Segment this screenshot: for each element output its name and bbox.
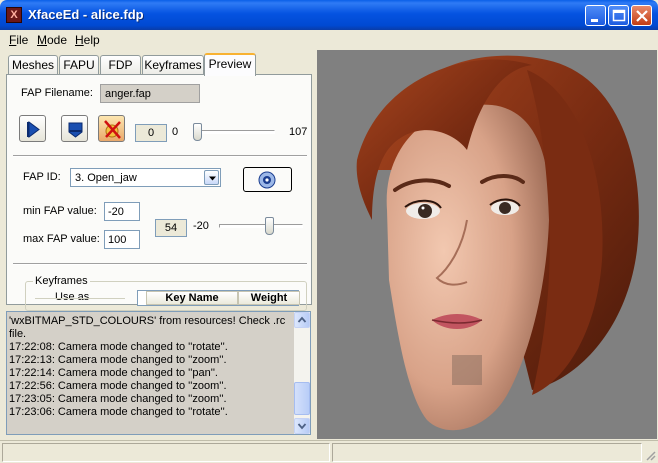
maximize-icon <box>612 9 626 22</box>
max-fap-input[interactable]: 100 <box>104 230 140 249</box>
app-icon: X <box>6 7 22 23</box>
status-bar <box>0 440 658 463</box>
close-button[interactable] <box>631 5 652 26</box>
status-pane <box>332 443 642 462</box>
preview-tab-page: FAP Filename: anger.fap 0 0 107 FAP ID: … <box>6 74 312 311</box>
fap-id-value: 3. Open_jaw <box>75 172 137 184</box>
log-line: 17:22:56: Camera mode changed to ''zoom'… <box>9 380 227 392</box>
minimize-icon <box>591 19 598 22</box>
menu-mode[interactable]: Mode <box>37 33 67 47</box>
tab-keyframes[interactable]: Keyframes <box>142 55 204 75</box>
use-as-line <box>35 298 125 299</box>
target-icon <box>258 171 276 189</box>
dropdown-button[interactable] <box>204 170 219 185</box>
fap-filename-label: FAP Filename: <box>21 87 93 99</box>
chevron-down-icon <box>297 423 307 430</box>
use-as-label: Use as <box>55 291 90 303</box>
close-icon <box>636 10 648 22</box>
stop-button[interactable] <box>61 115 88 142</box>
fap-slider-thumb[interactable] <box>264 217 274 235</box>
min-fap-label: min FAP value: <box>23 205 97 217</box>
title-bar: X XfaceEd - alice.fdp <box>0 0 658 30</box>
scroll-down-button[interactable] <box>294 418 310 434</box>
maximize-button[interactable] <box>608 5 629 26</box>
face-model <box>356 55 639 431</box>
log-line: 17:23:05: Camera mode changed to ''zoom'… <box>9 393 227 405</box>
scroll-thumb[interactable] <box>294 382 310 415</box>
tab-fapu[interactable]: FAPU <box>59 55 99 75</box>
fap-id-dropdown[interactable]: 3. Open_jaw <box>70 168 221 187</box>
fap-value-display: 54 <box>155 219 187 237</box>
frame-slider-track[interactable] <box>193 130 275 134</box>
3d-viewport[interactable] <box>317 50 657 439</box>
window-title: XfaceEd - alice.fdp <box>28 7 144 22</box>
tab-preview[interactable]: Preview <box>204 53 256 76</box>
menu-file[interactable]: File <box>9 33 28 47</box>
keyframes-list[interactable]: Key Name Weight <box>137 290 300 306</box>
log-line: 17:22:08: Camera mode changed to ''rotat… <box>9 341 228 353</box>
fap-slider-track[interactable] <box>219 224 303 228</box>
left-panel: Meshes FAPU FDP Keyframes Preview FAP Fi… <box>4 50 312 311</box>
menu-bar: File Mode Help <box>0 30 658 49</box>
column-key-name[interactable]: Key Name <box>146 291 238 305</box>
status-pane <box>2 443 330 462</box>
frame-counter: 0 <box>135 124 167 142</box>
log-line: 17:22:13: Camera mode changed to ''zoom'… <box>9 354 227 366</box>
fap-id-label: FAP ID: <box>23 171 61 183</box>
resize-grip-icon[interactable] <box>644 449 656 461</box>
log-line: 17:23:06: Camera mode changed to ''rotat… <box>9 406 228 418</box>
fap-filename-field[interactable]: anger.fap <box>100 84 200 103</box>
frame-min-label: 0 <box>172 126 179 138</box>
separator <box>13 263 307 265</box>
chevron-up-icon <box>297 316 307 323</box>
menu-help[interactable]: Help <box>75 33 100 47</box>
log-line: file. <box>9 328 27 340</box>
play-button[interactable] <box>19 115 46 142</box>
target-button[interactable] <box>243 167 292 192</box>
clear-icon <box>104 120 121 139</box>
chevron-down-icon <box>209 176 216 181</box>
log-scrollbar[interactable] <box>294 312 310 434</box>
min-fap-input[interactable]: -20 <box>104 202 140 221</box>
keyframes-group-label: Keyframes <box>33 275 90 287</box>
column-weight[interactable]: Weight <box>238 291 300 305</box>
play-icon <box>27 121 40 138</box>
frame-slider-thumb[interactable] <box>193 123 202 141</box>
separator <box>13 155 307 157</box>
log-output[interactable]: 'wxBITMAP_STD_COLOURS' from resources! C… <box>6 311 311 435</box>
tab-strip: Meshes FAPU FDP Keyframes Preview <box>6 53 312 76</box>
tab-meshes[interactable]: Meshes <box>8 55 58 75</box>
log-line: 17:22:14: Camera mode changed to ''pan''… <box>9 367 218 379</box>
minimize-button[interactable] <box>585 5 606 26</box>
frame-max-label: 107 <box>289 126 308 138</box>
tab-fdp[interactable]: FDP <box>100 55 141 75</box>
scroll-up-button[interactable] <box>294 312 310 328</box>
max-fap-label: max FAP value: <box>23 233 100 245</box>
log-line: 'wxBITMAP_STD_COLOURS' from resources! C… <box>9 315 286 327</box>
clear-button[interactable] <box>98 115 125 142</box>
fap-slider-min-label: -20 <box>193 220 209 232</box>
stop-icon <box>68 122 83 138</box>
